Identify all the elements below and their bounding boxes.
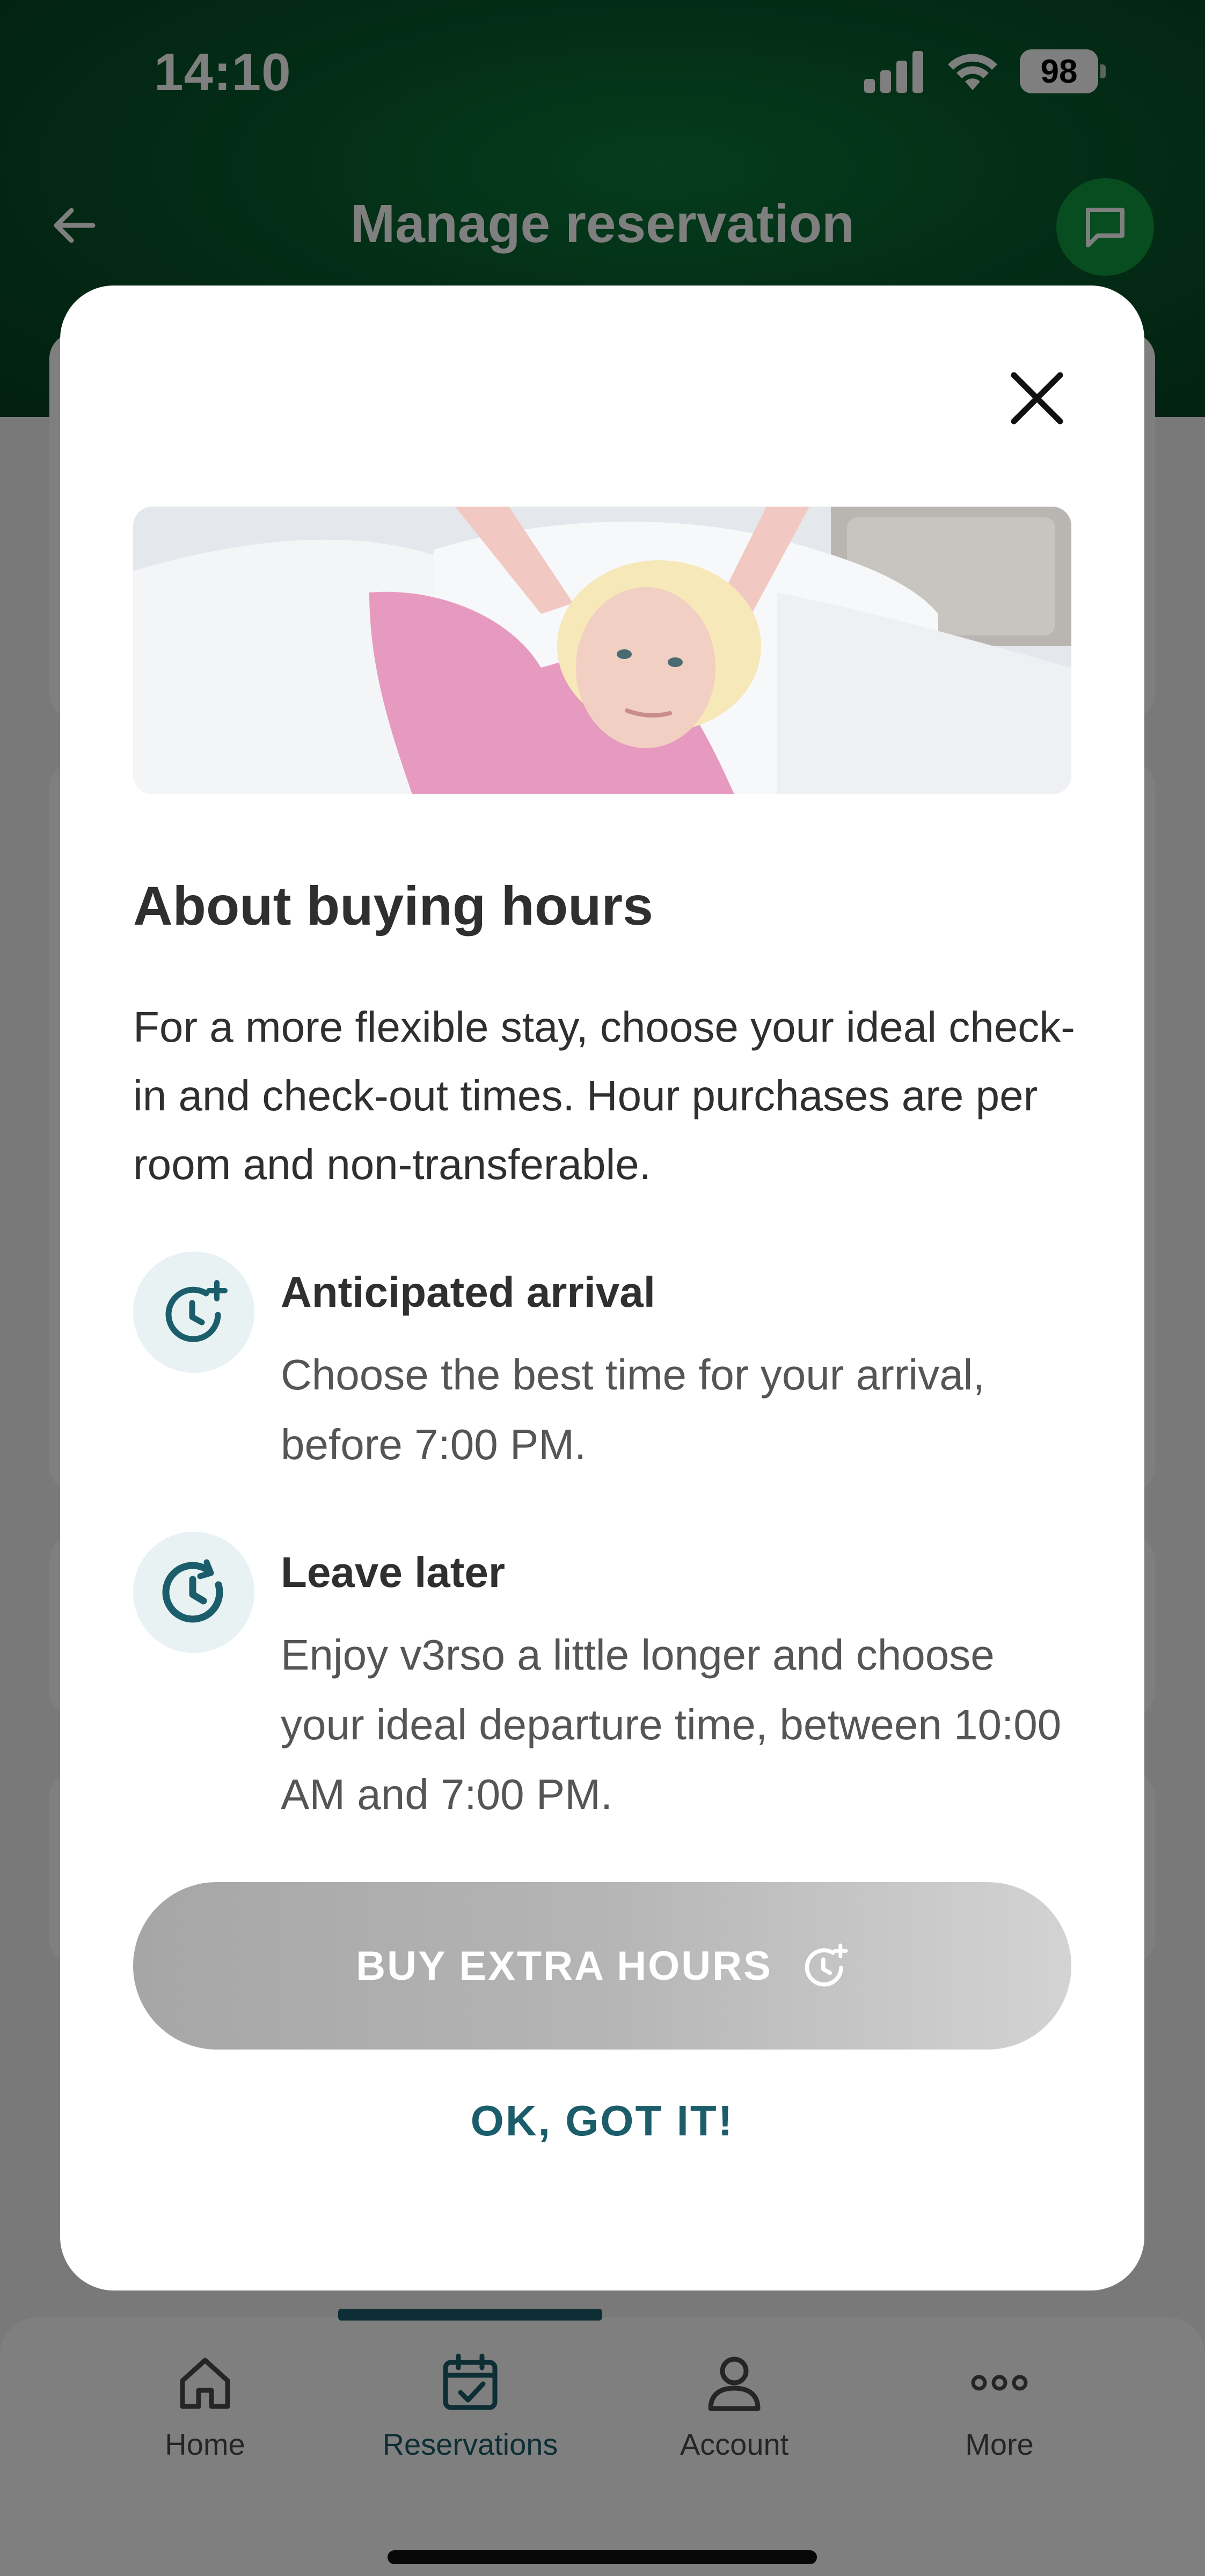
feature-description: Enjoy v3rso a little longer and choose y… [281,1631,1062,1818]
close-button[interactable] [997,358,1077,438]
hero-image [133,507,1071,794]
feature-description: Choose the best time for your arrival, b… [281,1351,985,1468]
clock-rotate-icon [162,1559,223,1623]
modal-title: About buying hours [133,875,653,936]
buy-extra-hours-label: BUY EXTRA HOURS [356,1943,772,1989]
clock-plus-icon [805,1943,848,1987]
feature-icon-circle [133,1532,254,1653]
buy-hours-modal: About buying hours For a more flexible s… [60,286,1144,2290]
clock-plus-icon [165,1280,228,1342]
feature-title: Leave later [281,1548,506,1596]
ok-got-it-label: OK, GOT IT! [470,2097,734,2145]
woman-in-bed-illustration [133,507,1071,794]
buy-extra-hours-button[interactable]: BUY EXTRA HOURS [133,1882,1071,2050]
feature-title: Anticipated arrival [281,1268,656,1316]
ok-got-it-button[interactable]: OK, GOT IT! [382,2078,822,2164]
close-icon [1011,372,1063,425]
feature-icon-circle [133,1252,254,1373]
modal-description: For a more flexible stay, choose your id… [133,1003,1075,1188]
